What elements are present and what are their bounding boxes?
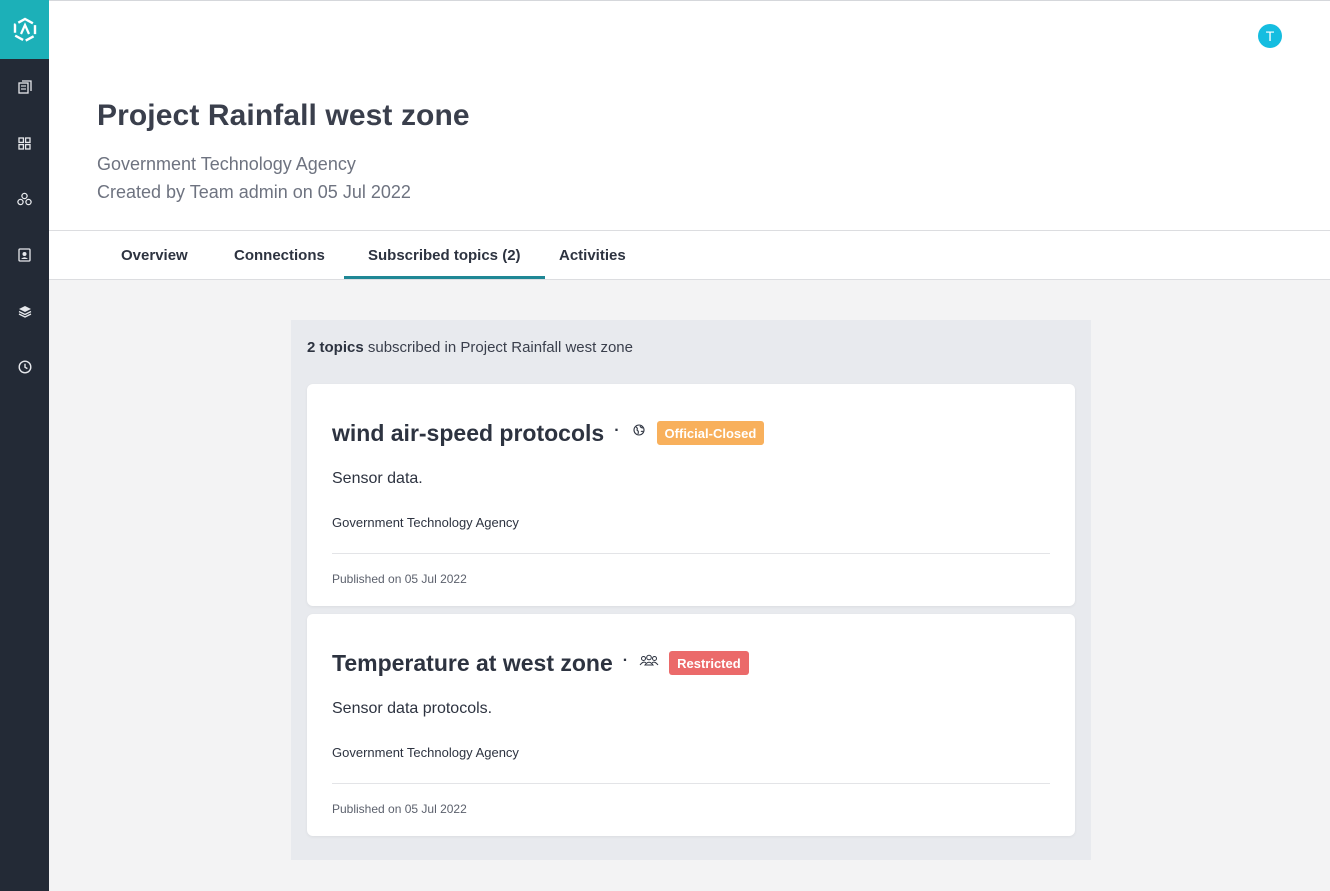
network-icon [17,192,32,206]
tab-connections[interactable]: Connections [210,231,349,279]
topic-description: Sensor data. [332,470,423,487]
layers-icon [18,305,31,318]
topic-title[interactable]: Temperature at west zone [332,650,613,677]
app-logo[interactable] [0,0,49,59]
card-divider [332,783,1050,784]
globe-icon [630,421,648,439]
tab-activities[interactable]: Activities [535,231,650,279]
topics-summary: 2 topics subscribed in Project Rainfall … [307,339,633,356]
card-divider [332,553,1050,554]
catalog-icon [17,80,32,94]
sidebar-item-contacts[interactable] [0,239,49,271]
classification-badge: Official-Closed [656,421,765,445]
tab-subscribed-topics[interactable]: Subscribed topics (2) [344,231,545,279]
topic-organization: Government Technology Agency [332,745,519,760]
topic-title-row: wind air-speed protocols · Official-Clos… [332,416,765,450]
topic-published-date: Published on 05 Jul 2022 [332,802,467,816]
topic-published-date: Published on 05 Jul 2022 [332,572,467,586]
topic-card[interactable]: Temperature at west zone · Restricted Se… [307,614,1075,836]
topic-card[interactable]: wind air-speed protocols · Official-Clos… [307,384,1075,606]
project-organization: Government Technology Agency [97,154,356,174]
sidebar-item-catalog[interactable] [0,71,49,103]
sidebar-item-layers[interactable] [0,295,49,327]
tab-overview[interactable]: Overview [97,231,212,279]
grid-icon [18,136,31,150]
classification-badge: Restricted [669,651,749,675]
clock-icon [17,360,32,374]
tab-bar: Overview Connections Subscribed topics (… [49,231,1330,280]
topic-organization: Government Technology Agency [332,515,519,530]
topics-summary-text: subscribed in Project Rainfall west zone [363,339,633,356]
project-created-info: Created by Team admin on 05 Jul 2022 [97,182,411,202]
sidebar-item-dashboard[interactable] [0,127,49,159]
topic-description: Sensor data protocols. [332,700,493,717]
project-header: T Project Rainfall west zone Government … [49,0,1330,231]
sidebar-item-history[interactable] [0,351,49,383]
topic-title-row: Temperature at west zone · Restricted [332,646,749,680]
topics-count: 2 topics [307,339,364,356]
separator-dot: · [622,652,629,669]
contact-card-icon [18,248,31,262]
sidebar [0,0,49,891]
group-icon [638,651,660,669]
separator-dot: · [614,422,620,439]
subscribed-topics-panel: 2 topics subscribed in Project Rainfall … [291,320,1091,860]
logo-icon [13,17,36,42]
user-avatar[interactable]: T [1258,24,1282,48]
sidebar-item-network[interactable] [0,183,49,215]
page-title: Project Rainfall west zone [97,99,470,132]
main-content: T Project Rainfall west zone Government … [49,0,1330,891]
topic-title[interactable]: wind air-speed protocols [332,420,604,447]
